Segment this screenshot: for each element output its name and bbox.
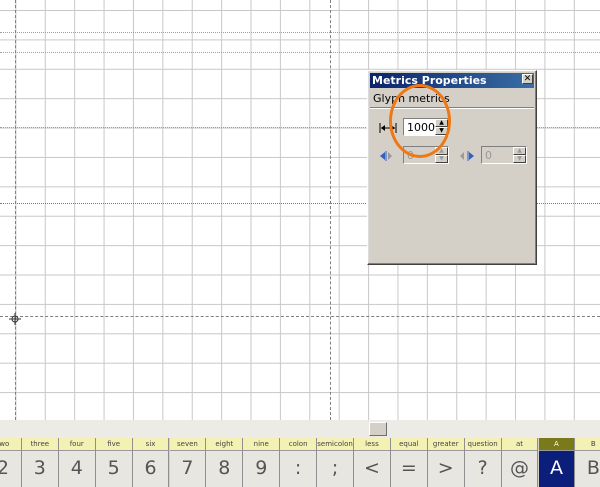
glyph-cell[interactable]: question? — [464, 438, 502, 487]
right-bearing-spinner[interactable]: 0 ▲ ▼ — [481, 146, 527, 164]
glyph-cell[interactable]: nine 9 — [243, 438, 281, 487]
scrollbar-thumb[interactable] — [369, 422, 387, 436]
glyph-preview: B — [575, 451, 600, 487]
origin-icon — [9, 310, 21, 325]
glyph-name-label: semicolon — [317, 438, 353, 451]
horizontal-scrollbar[interactable] — [0, 420, 600, 438]
guide-line — [0, 32, 600, 33]
glyph-name-label: at — [501, 438, 538, 451]
glyph-preview: < — [354, 451, 390, 487]
glyph-name-label: eight — [206, 438, 243, 451]
glyph-cell[interactable]: two2 — [0, 438, 22, 487]
spin-up-icon[interactable]: ▲ — [513, 147, 526, 155]
glyph-preview: 7 — [169, 451, 206, 487]
glyph-preview: 6 — [132, 451, 169, 487]
glyph-preview: 8 — [206, 451, 243, 487]
glyph-preview: 9 — [243, 451, 280, 487]
glyph-name-label: two — [0, 438, 21, 451]
metrics-properties-dialog: Metrics Properties ✕ Glyph metrics 1000 … — [367, 70, 537, 265]
right-bearing-value[interactable]: 0 — [485, 149, 492, 162]
glyph-preview: 2 — [0, 451, 21, 487]
glyph-cell[interactable]: less < — [354, 438, 391, 487]
glyph-name-label: equal — [390, 438, 427, 451]
glyph-name-label: question — [464, 438, 501, 451]
glyph-name-label: less — [354, 438, 390, 451]
origin-baseline-line — [0, 316, 600, 317]
glyph-preview: > — [427, 451, 464, 487]
right-side-bearing-icon — [458, 148, 478, 162]
glyph-cell[interactable]: seven 7 — [169, 438, 207, 487]
glyph-name-label: B — [575, 438, 600, 451]
right-metric-line[interactable] — [330, 0, 331, 420]
glyph-preview: : — [280, 451, 317, 487]
spin-down-icon[interactable]: ▼ — [435, 155, 448, 163]
glyph-name-label: five — [95, 438, 132, 451]
glyph-name-label: seven — [169, 438, 206, 451]
close-icon[interactable]: ✕ — [522, 74, 533, 84]
glyph-name-label: colon — [280, 438, 317, 451]
glyph-preview: A — [538, 451, 575, 487]
glyph-preview: @ — [501, 451, 538, 487]
glyph-cell[interactable]: five 5 — [95, 438, 133, 487]
glyph-preview: ; — [317, 451, 353, 487]
glyph-cell[interactable]: six 6 — [132, 438, 170, 487]
glyph-name-label: three — [21, 438, 58, 451]
glyph-name-label: six — [132, 438, 169, 451]
glyph-cell[interactable]: three 3 — [21, 438, 59, 487]
glyph-cell[interactable]: colon: — [280, 438, 318, 487]
left-side-bearing-icon — [378, 148, 398, 162]
glyph-cell[interactable]: eight 8 — [206, 438, 244, 487]
glyph-preview: 3 — [21, 451, 58, 487]
glyph-cell[interactable]: equal = — [390, 438, 428, 487]
glyph-preview: 4 — [58, 451, 95, 487]
guide-line — [0, 52, 600, 53]
glyph-name-label: four — [58, 438, 95, 451]
glyph-name-label: A — [538, 438, 575, 451]
glyph-name-label: greater — [427, 438, 464, 451]
glyph-cell[interactable]: semicolon; — [317, 438, 354, 487]
glyph-preview: 5 — [95, 451, 132, 487]
glyph-name-label: nine — [243, 438, 280, 451]
spin-down-icon[interactable]: ▼ — [513, 155, 526, 163]
annotation-circle — [389, 84, 451, 158]
glyph-cell[interactable]: greater > — [427, 438, 465, 487]
glyph-strip: two2three3four4five5six6seven7eight8nine… — [0, 438, 600, 487]
left-metric-line[interactable] — [15, 0, 16, 420]
glyph-preview: = — [390, 451, 427, 487]
glyph-cell[interactable]: at @ — [501, 438, 539, 487]
glyph-cell[interactable]: four 4 — [58, 438, 96, 487]
glyph-cell[interactable]: BB — [575, 438, 600, 487]
dialog-title[interactable]: Metrics Properties — [370, 73, 534, 88]
glyph-preview: ? — [464, 451, 501, 487]
glyph-cell[interactable]: AA — [538, 438, 576, 487]
